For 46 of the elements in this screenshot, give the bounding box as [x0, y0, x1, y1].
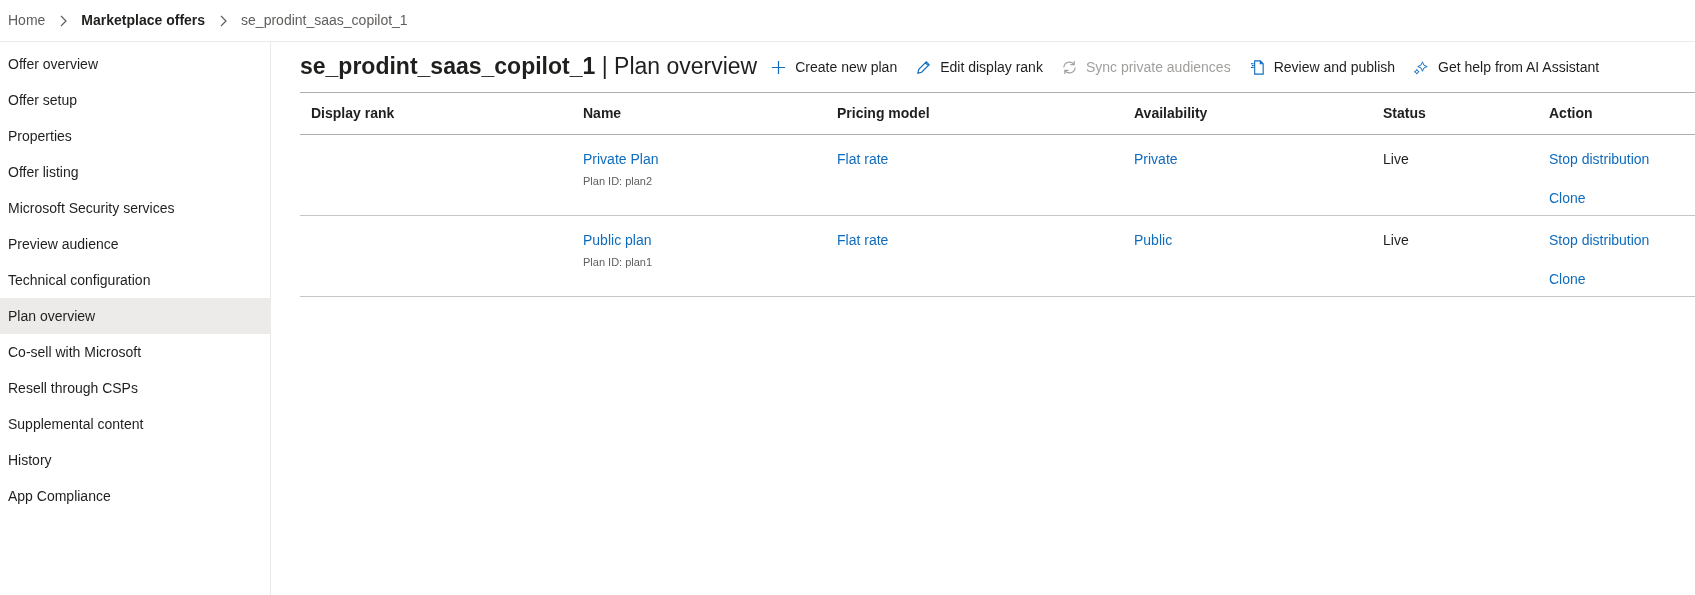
action-link[interactable]: Clone	[1549, 269, 1586, 290]
column-header: Display rank	[310, 104, 396, 123]
column-header: Name	[582, 104, 623, 123]
breadcrumb-link[interactable]: se_prodint_saas_copilot_1	[241, 10, 408, 31]
sidebar-item[interactable]: Offer listing	[0, 154, 270, 190]
plan-name-link[interactable]: Private Plan	[583, 149, 826, 170]
pricing-model-link[interactable]: Flat rate	[837, 151, 889, 167]
column-header: Pricing model	[836, 104, 931, 123]
sidebar-item[interactable]: Supplemental content	[0, 406, 270, 442]
action-link[interactable]: Stop distribution	[1549, 230, 1650, 251]
document-icon	[1248, 58, 1266, 76]
toolbar-button[interactable]: Get help from AI Assistant	[1404, 56, 1609, 78]
availability-link[interactable]: Private	[1134, 151, 1178, 167]
toolbar-button[interactable]: Create new plan	[761, 56, 907, 78]
plan-id-text: Plan ID: plan2	[583, 174, 653, 189]
sidebar-item[interactable]: Resell through CSPs	[0, 370, 270, 406]
column-header: Status	[1382, 104, 1427, 123]
sidebar-item[interactable]: Properties	[0, 118, 270, 154]
sidebar-item[interactable]: Offer setup	[0, 82, 270, 118]
sidebar-item[interactable]: Preview audience	[0, 226, 270, 262]
sync-icon	[1060, 58, 1078, 76]
sidebar-item[interactable]: Offer overview	[0, 46, 270, 82]
plan-id-text: Plan ID: plan1	[583, 255, 653, 270]
sidebar-item[interactable]: History	[0, 442, 270, 478]
availability-link[interactable]: Public	[1134, 232, 1173, 248]
plan-name-link[interactable]: Public plan	[583, 230, 826, 251]
action-link[interactable]: Clone	[1549, 188, 1586, 209]
column-header: Availability	[1133, 104, 1209, 123]
action-link[interactable]: Stop distribution	[1549, 149, 1650, 170]
column-header: Action	[1548, 104, 1594, 123]
sidebar-item[interactable]: Technical configuration	[0, 262, 270, 298]
pencil-icon	[915, 58, 933, 76]
page-title: se_prodint_saas_copilot_1 | Plan overview	[300, 53, 758, 81]
plus-icon	[770, 58, 788, 76]
breadcrumb-link[interactable]: Home	[8, 10, 46, 31]
toolbar-button[interactable]: Edit display rank	[906, 56, 1052, 78]
toolbar-button[interactable]: Review and publish	[1239, 56, 1405, 78]
sidebar-item[interactable]: Co-sell with Microsoft	[0, 334, 270, 370]
sidebar-item[interactable]: App Compliance	[0, 478, 270, 514]
status-text: Live	[1383, 151, 1409, 167]
status-text: Live	[1383, 232, 1409, 248]
pricing-model-link[interactable]: Flat rate	[837, 232, 889, 248]
sidebar-item[interactable]: Microsoft Security services	[0, 190, 270, 226]
sidebar-item[interactable]: Plan overview	[0, 298, 270, 334]
sparkle-icon	[1413, 58, 1431, 76]
breadcrumb-link[interactable]: Marketplace offers	[81, 10, 206, 31]
